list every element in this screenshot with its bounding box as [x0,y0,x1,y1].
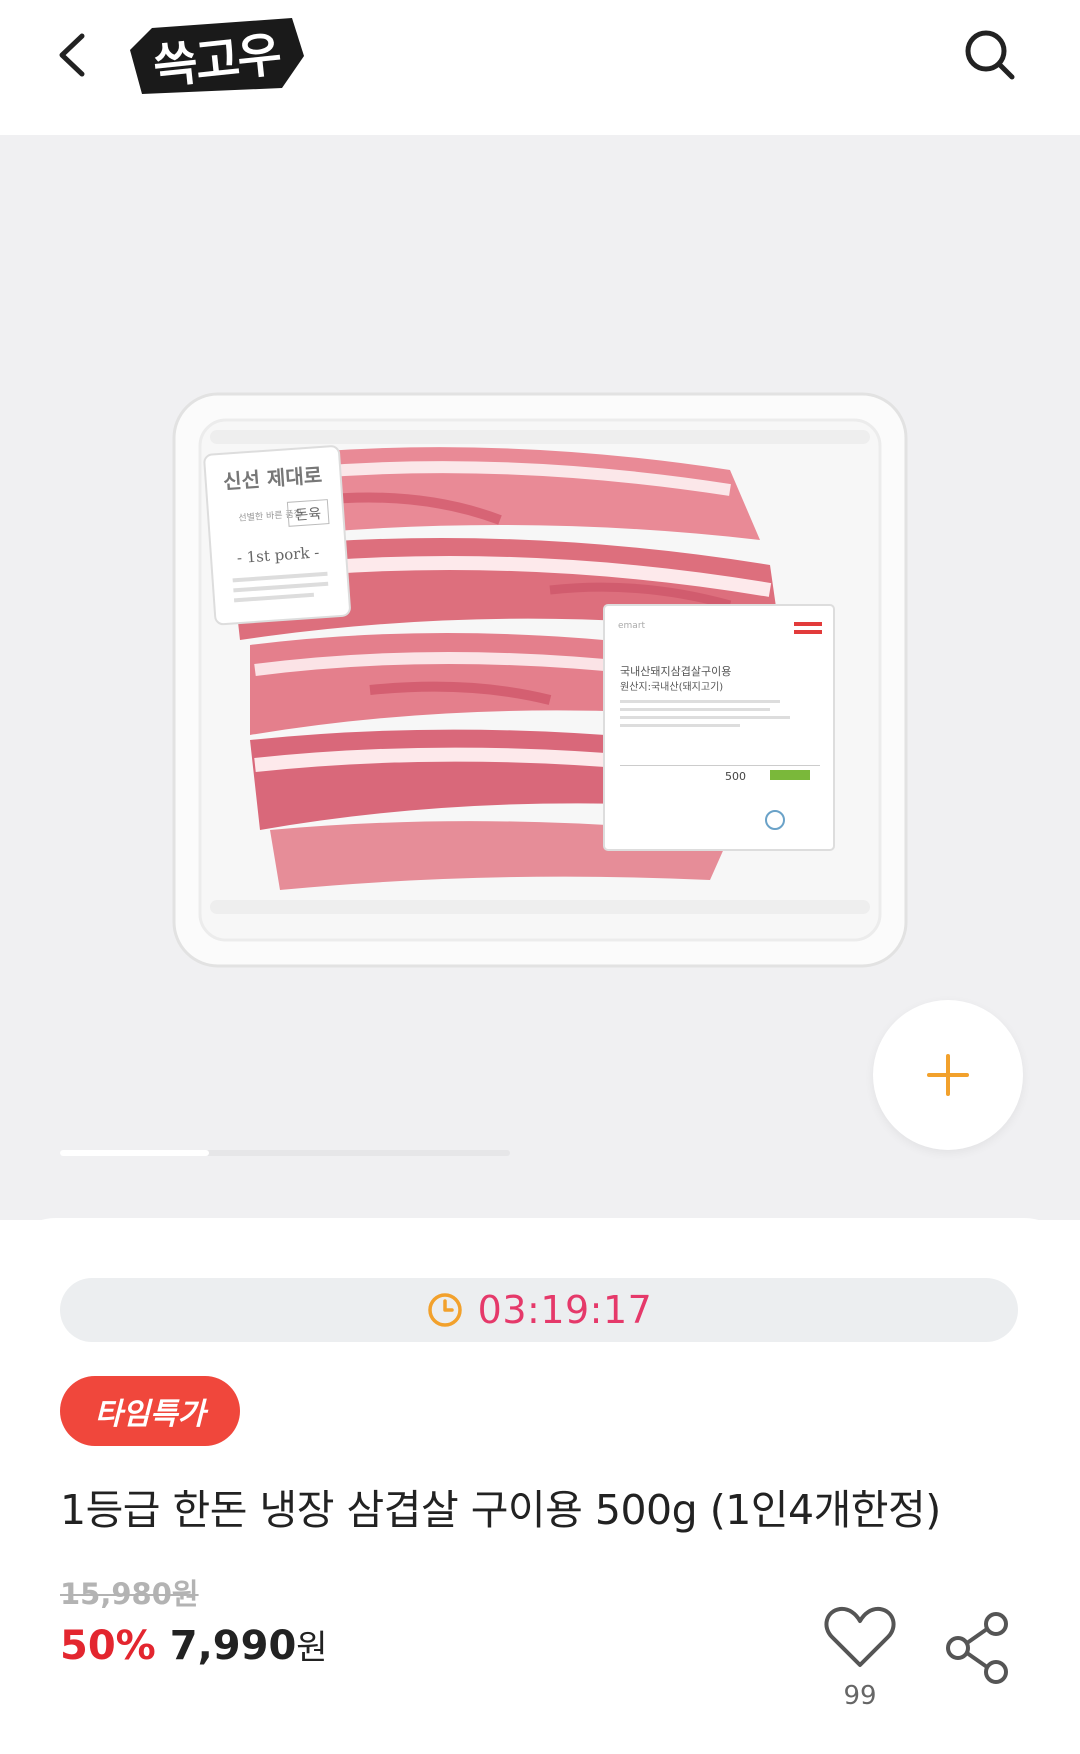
currency-unit: 원 [296,1628,328,1668]
app-logo[interactable]: 쓱고우 [122,10,310,102]
share-button[interactable] [940,1608,1020,1688]
timer-text: 03:19:17 [477,1288,653,1332]
product-title: 1등급 한돈 냉장 삼겹살 구이용 500g (1인4개한정) [60,1486,941,1534]
logo-text: 쓱고우 [150,26,283,96]
countdown-timer: 03:19:17 [60,1278,1018,1342]
time-deal-badge: 타임특가 [60,1376,240,1446]
zoom-image-button[interactable] [873,1000,1023,1150]
search-icon [965,30,1015,80]
gallery-progress-fill [60,1150,209,1156]
search-button[interactable] [955,20,1025,90]
like-button[interactable]: 99 [820,1603,900,1713]
price-row: 50% 7,990원 [60,1620,328,1669]
share-icon [946,1612,1008,1684]
plus-icon [927,1054,969,1096]
original-price: 15,980원 [60,1577,199,1611]
sticker-origin-text: 원산지:국내산(돼지고기) [620,681,723,693]
top-header: 쓱고우 [0,0,1080,135]
gallery-progress-bar [60,1150,510,1156]
like-count: 99 [843,1681,877,1711]
sale-price-value: 7,990 [169,1623,297,1669]
product-photo: 신선 제대로 선별한 바른 품질 돈육 - 1st pork - emart 국… [172,392,908,968]
heart-icon [824,1606,896,1667]
sticker-weight-text: 500 [725,770,746,783]
clock-icon [427,1293,462,1327]
back-button[interactable] [40,20,110,90]
product-image-gallery[interactable]: 신선 제대로 선별한 바른 품질 돈육 - 1st pork - emart 국… [0,135,1080,1220]
sale-price: 7,990원 [170,1620,328,1669]
sticker-brand-text: emart [618,621,646,631]
product-info-panel: 03:19:17 타임특가 1등급 한돈 냉장 삼겹살 구이용 500g (1인… [0,1218,1080,1754]
label-meat-text: 돈육 [295,506,322,524]
sticker-name-text: 국내산돼지삼겹살구이용 [620,665,731,678]
chevron-left-icon [59,33,85,77]
discount-rate: 50% [60,1623,156,1669]
